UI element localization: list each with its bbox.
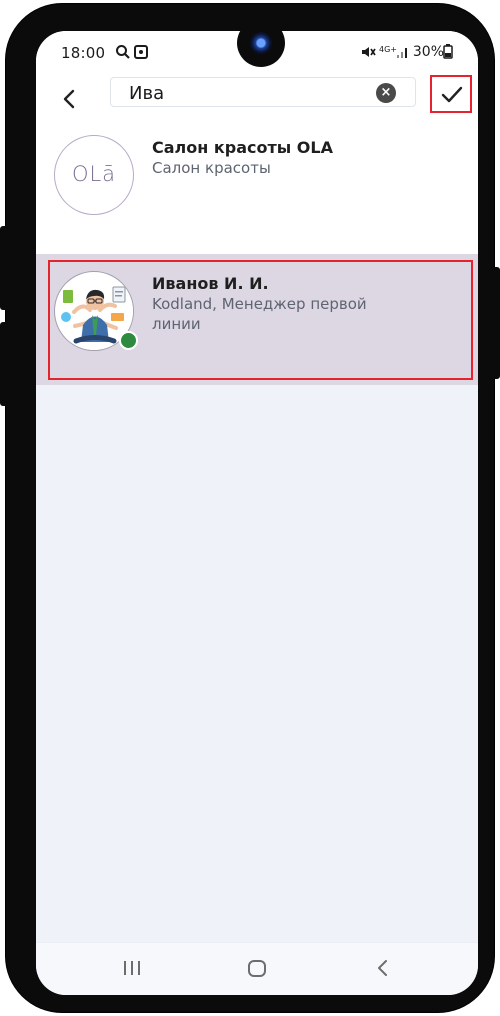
recent-apps-icon xyxy=(124,961,140,975)
check-icon xyxy=(441,86,463,103)
contact-subtitle: Салон красоты xyxy=(152,159,271,177)
phone-side-button-right xyxy=(490,267,500,379)
contact-subtitle: Kodland, Менеджер первой линии xyxy=(152,295,367,333)
clear-circle-icon: × xyxy=(380,85,392,100)
android-navigation-bar xyxy=(36,942,478,995)
online-status-indicator xyxy=(119,331,138,350)
home-icon xyxy=(248,960,266,977)
screenshot-status-icon xyxy=(134,45,148,59)
recent-apps-button[interactable] xyxy=(112,953,152,983)
battery-icon xyxy=(443,44,453,59)
contact-row-salon[interactable]: OLā Салон красоты OLA Салон красоты xyxy=(36,123,478,254)
contact-name: Салон красоты OLA xyxy=(152,138,333,157)
network-type-text: 4G+ xyxy=(379,45,397,54)
signal-icon xyxy=(397,48,407,58)
battery-percent: 30% xyxy=(412,44,444,60)
phone-side-button-left-2 xyxy=(0,322,10,406)
search-app-bar: × xyxy=(36,75,478,123)
phone-side-button-left-1 xyxy=(0,226,10,310)
search-input[interactable] xyxy=(129,81,359,105)
phone-frame: 18:00 4G+ 30% Ива × OLā Салон красоты OL… xyxy=(0,4,500,1012)
clear-search-button[interactable]: × xyxy=(376,83,396,103)
search-status-icon xyxy=(116,45,130,59)
status-time: 18:00 xyxy=(61,44,106,62)
search-field[interactable]: × xyxy=(110,77,416,107)
mute-status-icon xyxy=(362,47,376,57)
camera-lens xyxy=(250,32,272,54)
navigation-back-button[interactable] xyxy=(363,953,403,983)
confirm-button[interactable] xyxy=(430,75,472,113)
app-screen: 18:00 4G+ 30% Ива × OLā Салон красоты OL… xyxy=(36,31,478,995)
salon-logo-text: OLā xyxy=(71,162,117,186)
nav-back-icon xyxy=(378,960,387,976)
back-button[interactable] xyxy=(54,83,84,115)
chevron-left-icon xyxy=(63,89,75,109)
contact-name: Иванов И. И. xyxy=(152,274,269,293)
contact-row-ivanov[interactable]: Иванов И. И. Kodland, Менеджер первой ли… xyxy=(36,254,478,385)
home-button[interactable] xyxy=(237,953,277,983)
salon-avatar: OLā xyxy=(54,135,134,215)
